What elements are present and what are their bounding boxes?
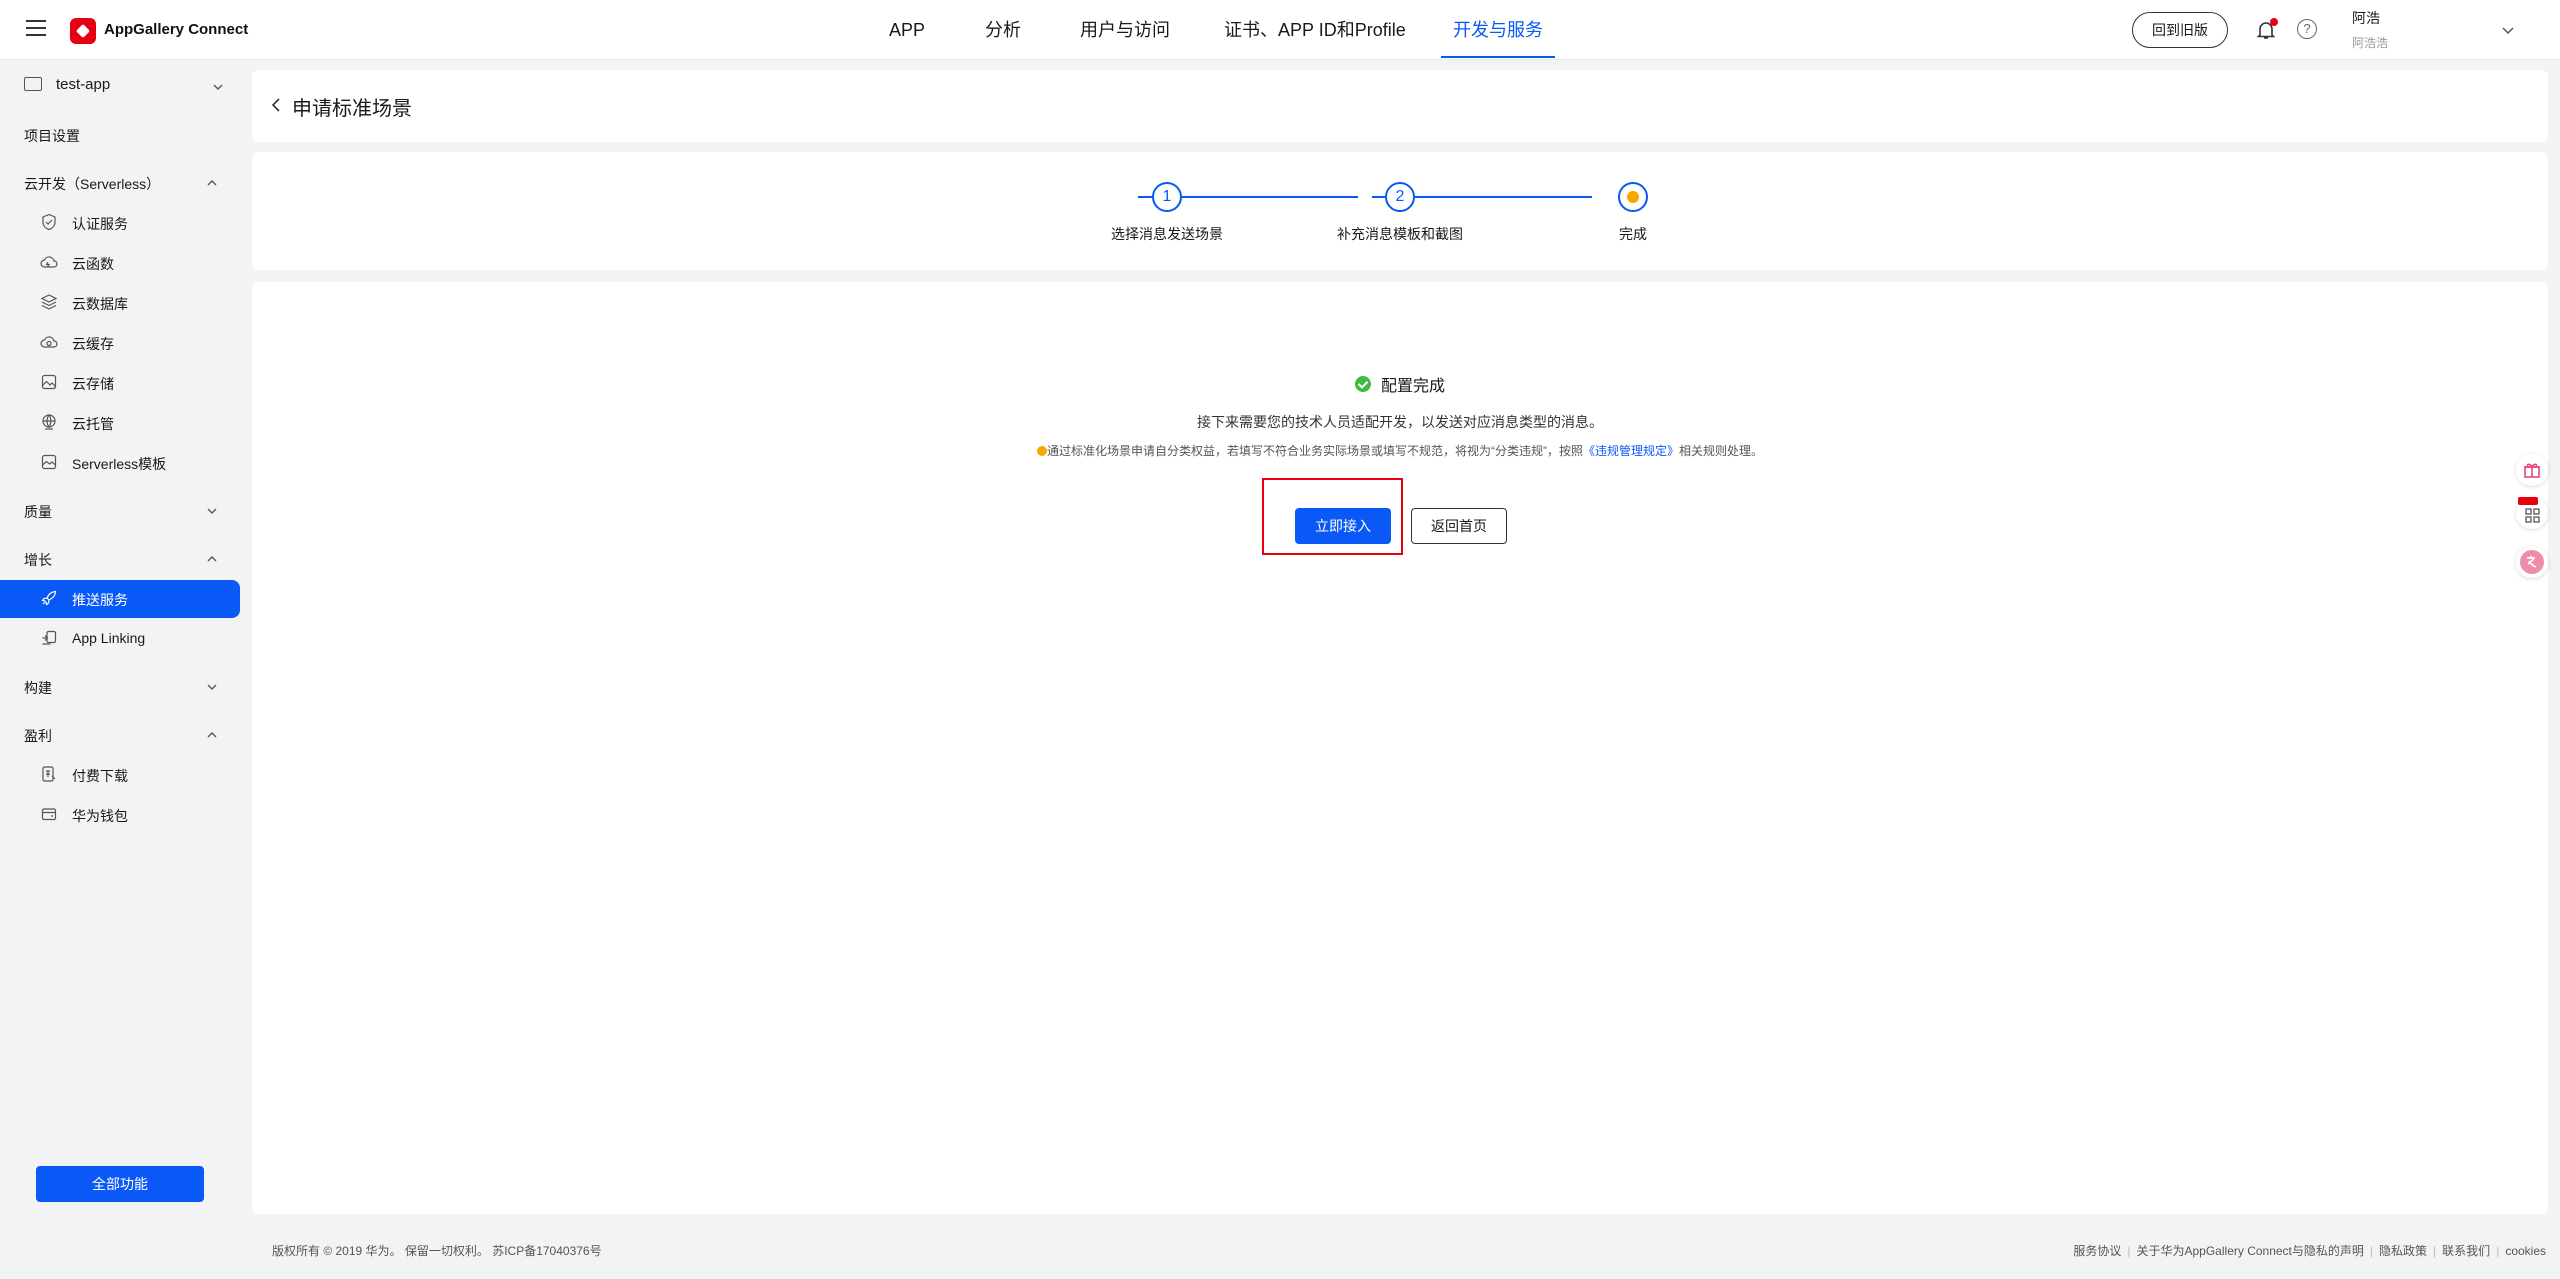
footer-separator: | [2433, 1244, 2437, 1258]
step-indicator: 1 2 选择消息发送场景 补充消息模板和截图 完成 [252, 152, 2548, 270]
storage-image-icon [41, 374, 57, 390]
help-icon[interactable]: ? [2297, 19, 2317, 39]
wallet-icon [41, 808, 57, 821]
nav-dev-services[interactable]: 开发与服务 [1441, 0, 1555, 60]
check-circle-icon [1354, 376, 1371, 392]
chevron-down-icon [207, 508, 217, 514]
warning-icon [1036, 446, 1047, 456]
step-1-label: 选择消息发送场景 [1111, 226, 1223, 242]
step-1-circle: 1 [1152, 182, 1182, 212]
chevron-down-icon[interactable] [2498, 20, 2518, 40]
warning-text-end: 相关规则处理。 [1679, 444, 1764, 458]
project-name: test-app [56, 76, 111, 93]
sidebar-item-cloud-db[interactable]: 云数据库 [0, 284, 240, 322]
sidebar-section-serverless[interactable]: 云开发（Serverless） [0, 164, 240, 202]
result-title-row: 配置完成 [252, 372, 2548, 396]
new-grid-icon[interactable] [2516, 497, 2548, 529]
footer-link-cookies[interactable]: cookies [2505, 1244, 2546, 1258]
notification-bell-icon[interactable] [2254, 18, 2278, 42]
nav-users-access[interactable]: 用户与访问 [1080, 0, 1170, 60]
sidebar-item-serverless-templates[interactable]: Serverless模板 [0, 444, 240, 482]
footer-link-service-agreement[interactable]: 服务协议 [2073, 1244, 2121, 1258]
chevron-down-icon [207, 684, 217, 690]
copyright: 版权所有 © 2019 华为。 保留一切权利。 苏ICP备17040376号 [272, 1244, 602, 1258]
nav-app[interactable]: APP [889, 0, 925, 60]
footer-separator: | [2369, 1244, 2374, 1258]
cloud-function-icon [40, 256, 58, 268]
menu-icon[interactable] [26, 20, 46, 36]
sidebar-item-app-linking[interactable]: App Linking [0, 620, 240, 658]
globe-icon [42, 414, 56, 430]
chevron-up-icon [207, 732, 217, 738]
paid-download-icon [42, 766, 56, 782]
back-to-old-version-button[interactable]: 回到旧版 [2132, 12, 2228, 48]
back-home-button[interactable]: 返回首页 [1411, 508, 1507, 544]
warning-text: 通过标准化场景申请自分类权益，若填写不符合业务实际场景或填写不规范，将视为“分类… [1046, 444, 1583, 458]
top-bar: AppGallery Connect APP 分析 用户与访问 证书、APP I… [0, 0, 2560, 60]
shield-icon [42, 213, 56, 231]
step-2-label: 补充消息模板和截图 [1337, 226, 1463, 242]
folder-icon [24, 77, 42, 91]
nav-analytics[interactable]: 分析 [985, 0, 1021, 60]
translate-icon[interactable] [2516, 546, 2548, 578]
chevron-up-icon [207, 556, 217, 562]
footer-separator: | [2127, 1244, 2131, 1258]
sidebar-item-cloud-hosting[interactable]: 云托管 [0, 404, 240, 442]
user-subtitle: 阿浩浩 [2352, 36, 2389, 50]
sidebar-item-cloud-functions[interactable]: 云函数 [0, 244, 240, 282]
rocket-icon [41, 590, 57, 606]
sidebar-item-push-service[interactable]: 推送服务 [0, 580, 240, 618]
next-steps-text: 接下来需要您的技术人员适配开发，以发送对应消息类型的消息。 [1197, 414, 1603, 430]
back-arrow-icon[interactable] [268, 96, 286, 114]
appgallery-logo-icon [70, 18, 96, 44]
template-icon [41, 454, 57, 470]
sidebar-item-cloud-cache[interactable]: 云缓存 [0, 324, 240, 362]
sidebar-item-cloud-storage[interactable]: 云存储 [0, 364, 240, 402]
all-features-button[interactable]: 全部功能 [36, 1166, 204, 1202]
footer-link-contact-us[interactable]: 联系我们 [2442, 1244, 2490, 1258]
nav-certificates[interactable]: 证书、APP ID和Profile [1224, 0, 1406, 60]
sidebar-item-project-settings[interactable]: 项目设置 [0, 116, 240, 154]
result-title: 配置完成 [1380, 378, 1445, 395]
step-3-circle-current [1618, 182, 1648, 212]
sidebar-section-monetize[interactable]: 盈利 [0, 716, 240, 754]
step-3-label: 完成 [1619, 226, 1647, 242]
sidebar-section-growth[interactable]: 增长 [0, 540, 240, 578]
brand-name: AppGallery Connect [104, 21, 249, 38]
cloud-cache-icon [40, 336, 58, 348]
sidebar-section-build[interactable]: 构建 [0, 668, 240, 706]
chevron-up-icon [207, 180, 217, 186]
notification-dot [2270, 18, 2278, 26]
database-stack-icon [40, 294, 58, 310]
sidebar-item-auth[interactable]: 认证服务 [0, 204, 240, 242]
page-title: 申请标准场景 [292, 98, 412, 120]
footer-links: 服务协议 | 关于华为AppGallery Connect与隐私的声明 | 隐私政策 | 联… [2073, 1242, 2546, 1259]
footer-link-privacy-policy[interactable]: 隐私政策 [2379, 1244, 2427, 1258]
app-linking-icon [42, 630, 57, 645]
user-name: 阿浩 [2352, 10, 2380, 26]
violation-rules-link[interactable]: 《违规管理规定》 [1583, 444, 1679, 458]
warning-notice: 通过标准化场景申请自分类权益，若填写不符合业务实际场景或填写不规范，将视为“分类… [252, 442, 2548, 459]
sidebar-item-huawei-wallet[interactable]: 华为钱包 [0, 796, 240, 834]
page-header: 申请标准场景 [252, 70, 2548, 142]
result-panel: 配置完成 接下来需要您的技术人员适配开发，以发送对应消息类型的消息。 通过标准化… [252, 282, 2548, 1214]
sidebar-section-quality[interactable]: 质量 [0, 492, 240, 530]
sidebar-item-paid-download[interactable]: 付费下载 [0, 756, 240, 794]
sidebar: test-app 项目设置 云开发（Serverless） 认证服务 云函数 云… [0, 61, 250, 1279]
footer-link-privacy-statement[interactable]: 关于华为AppGallery Connect与隐私的声明 [2137, 1244, 2364, 1258]
project-selector[interactable]: test-app [24, 71, 224, 101]
chevron-down-icon [213, 84, 223, 90]
footer-separator: | [2496, 1244, 2500, 1258]
access-now-button[interactable]: 立即接入 [1295, 508, 1391, 544]
step-2-circle: 2 [1385, 182, 1415, 212]
gift-icon[interactable] [2516, 454, 2548, 486]
